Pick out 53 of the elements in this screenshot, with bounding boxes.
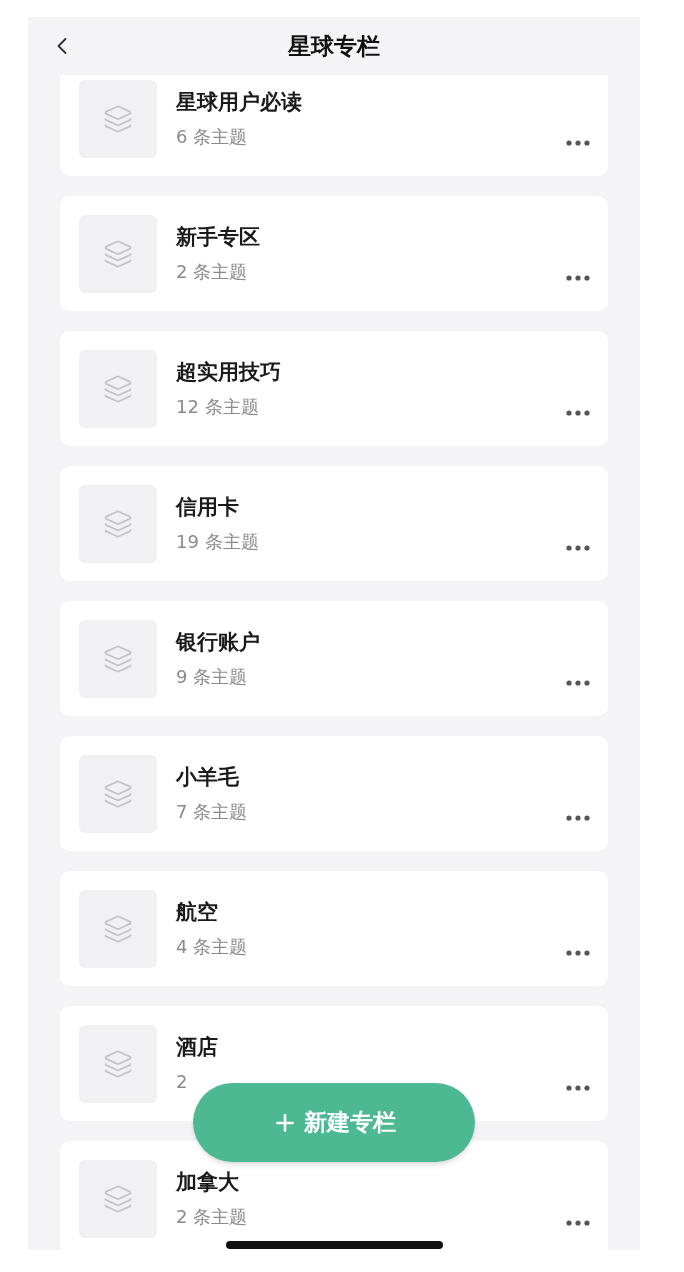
column-card[interactable]: 小羊毛 7 条主题 bbox=[60, 736, 608, 851]
layers-icon bbox=[103, 1048, 133, 1079]
column-name: 星球用户必读 bbox=[176, 88, 303, 115]
more-icon bbox=[566, 140, 590, 146]
more-button[interactable] bbox=[566, 275, 590, 281]
more-icon bbox=[566, 275, 590, 281]
more-button[interactable] bbox=[566, 815, 590, 821]
column-name: 酒店 bbox=[176, 1033, 219, 1060]
more-icon bbox=[566, 545, 590, 551]
column-name: 超实用技巧 bbox=[176, 358, 282, 385]
column-name: 小羊毛 bbox=[176, 763, 240, 790]
column-card[interactable]: 银行账户 9 条主题 bbox=[60, 601, 608, 716]
column-name: 新手专区 bbox=[176, 223, 261, 250]
more-button[interactable] bbox=[566, 1220, 590, 1226]
more-button[interactable] bbox=[566, 950, 590, 956]
column-card[interactable]: 航空 4 条主题 bbox=[60, 871, 608, 986]
topic-count: 2 bbox=[176, 1069, 189, 1094]
topic-count: 2 条主题 bbox=[176, 259, 249, 284]
more-icon bbox=[566, 410, 590, 416]
layers-icon bbox=[103, 508, 133, 539]
layers-icon bbox=[103, 913, 133, 944]
more-icon bbox=[566, 680, 590, 686]
more-icon bbox=[566, 815, 590, 821]
more-icon bbox=[566, 950, 590, 956]
column-name: 航空 bbox=[176, 898, 219, 925]
topic-count: 9 条主题 bbox=[176, 664, 249, 689]
more-button[interactable] bbox=[566, 680, 590, 686]
topic-count: 19 条主题 bbox=[176, 529, 260, 554]
topic-count: 4 条主题 bbox=[176, 934, 249, 959]
column-card[interactable]: 超实用技巧 12 条主题 bbox=[60, 331, 608, 446]
topic-count: 6 条主题 bbox=[176, 124, 249, 149]
column-card[interactable]: 星球用户必读 6 条主题 bbox=[60, 75, 608, 176]
column-name: 银行账户 bbox=[176, 628, 261, 655]
column-card[interactable]: 信用卡 19 条主题 bbox=[60, 466, 608, 581]
column-card[interactable]: 新手专区 2 条主题 bbox=[60, 196, 608, 311]
topic-count: 2 条主题 bbox=[176, 1204, 249, 1229]
layers-icon bbox=[103, 103, 133, 134]
layers-icon bbox=[103, 643, 133, 674]
column-name: 信用卡 bbox=[176, 493, 240, 520]
topic-count: 7 条主题 bbox=[176, 799, 249, 824]
layers-icon bbox=[103, 1183, 133, 1214]
layers-icon bbox=[103, 778, 133, 809]
more-button[interactable] bbox=[566, 545, 590, 551]
column-name: 加拿大 bbox=[176, 1168, 240, 1195]
layers-icon bbox=[103, 238, 133, 269]
more-button[interactable] bbox=[566, 410, 590, 416]
layers-icon bbox=[103, 373, 133, 404]
topic-count: 12 条主题 bbox=[176, 394, 260, 419]
more-button[interactable] bbox=[566, 1085, 590, 1091]
more-icon bbox=[566, 1085, 590, 1091]
more-button[interactable] bbox=[566, 140, 590, 146]
page-title: 星球专栏 bbox=[288, 31, 380, 61]
more-icon bbox=[566, 1220, 590, 1226]
